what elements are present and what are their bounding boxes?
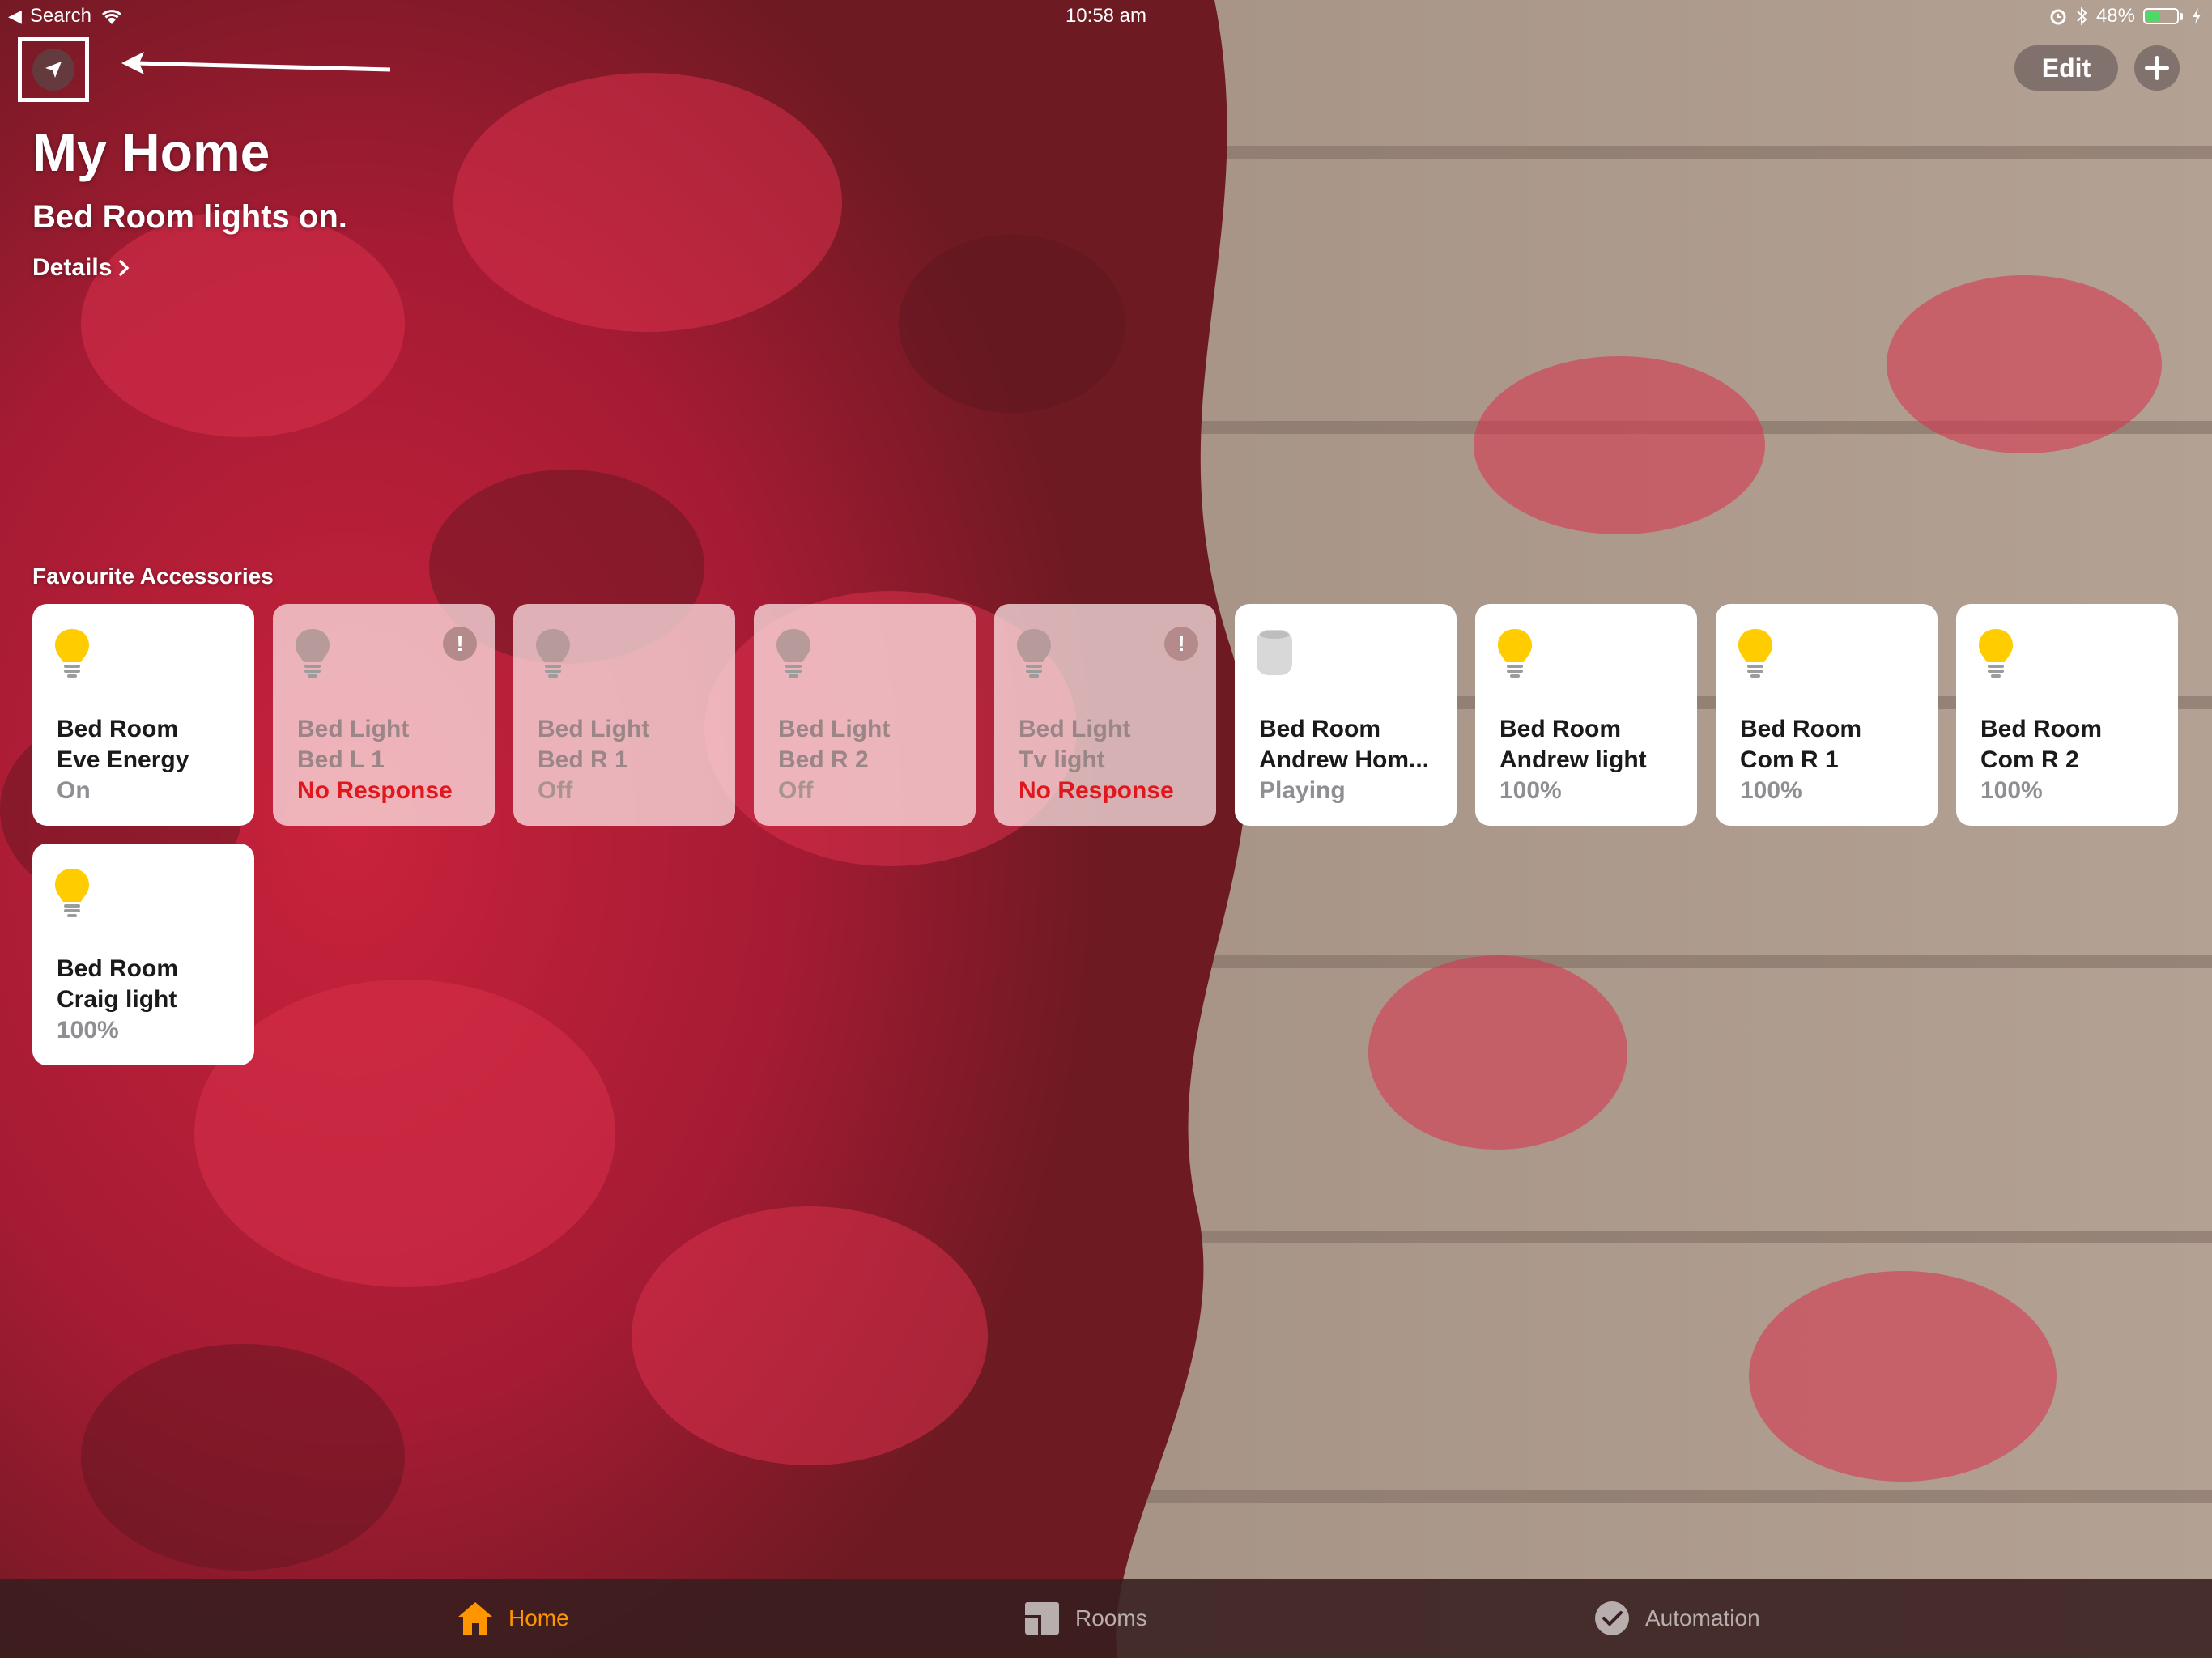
battery-icon xyxy=(2143,8,2179,24)
battery-percent: 48% xyxy=(2095,5,2135,27)
annotation-arrow xyxy=(121,52,391,74)
plus-icon xyxy=(2145,56,2169,80)
accessory-name: Bed Light Bed R 1 xyxy=(538,716,650,773)
lightbulb-icon xyxy=(533,627,573,678)
accessory-tile[interactable]: Bed Room Com R 2 100% xyxy=(1956,604,2178,826)
accessory-tile[interactable]: Bed Light Bed R 1 Off xyxy=(513,604,735,826)
accessory-name: Bed Room Andrew light xyxy=(1499,716,1647,773)
battery-level xyxy=(2146,11,2161,21)
charging-bolt-icon xyxy=(2193,8,2201,24)
lightbulb-icon xyxy=(1495,627,1535,678)
accessory-state: 100% xyxy=(1740,777,1802,804)
tab-automation-label: Automation xyxy=(1645,1605,1760,1630)
alert-icon: ! xyxy=(1164,627,1198,661)
rooms-icon xyxy=(1025,1602,1059,1635)
accessory-name: Bed Light Bed R 2 xyxy=(778,716,891,773)
details-link[interactable]: Details xyxy=(32,254,130,282)
accessory-state: 100% xyxy=(57,1017,119,1044)
lightbulb-icon xyxy=(52,627,92,678)
lightbulb-icon xyxy=(292,627,333,678)
details-label: Details xyxy=(32,254,113,281)
chevron-right-icon xyxy=(119,260,130,276)
homepod-icon xyxy=(1254,627,1295,678)
home-title: My Home xyxy=(32,122,270,182)
location-arrow-icon xyxy=(45,62,62,78)
accessory-state: No Response xyxy=(1019,777,1174,804)
accessory-name: Bed Room Eve Energy xyxy=(57,716,189,773)
favourite-accessories-heading: Favourite Accessories xyxy=(32,563,274,589)
alarm-icon xyxy=(2050,9,2066,25)
tab-bar: Home Rooms Automation xyxy=(0,1579,2212,1658)
tab-rooms[interactable]: Rooms xyxy=(1022,1598,1147,1639)
house-icon xyxy=(458,1602,492,1635)
alert-icon: ! xyxy=(443,627,477,661)
lightbulb-icon xyxy=(52,866,92,918)
bluetooth-icon xyxy=(2077,6,2087,26)
battery-nub xyxy=(2180,12,2183,20)
accessory-name: Bed Room Com R 2 xyxy=(1980,716,2102,773)
lightbulb-icon xyxy=(1735,627,1776,678)
accessory-name: Bed Light Tv light xyxy=(1019,716,1131,773)
status-right: 48% xyxy=(2049,5,2202,28)
accessory-tile[interactable]: Bed Room Craig light 100% xyxy=(32,844,254,1065)
accessory-state: Playing xyxy=(1259,777,1346,804)
lightbulb-icon xyxy=(1976,627,2016,678)
add-button[interactable] xyxy=(2134,45,2180,91)
accessory-tile[interactable]: Bed Light Bed R 2 Off xyxy=(754,604,976,826)
accessory-state: No Response xyxy=(297,777,453,804)
accessory-tile[interactable]: Bed Room Andrew Hom... Playing xyxy=(1235,604,1457,826)
location-button[interactable] xyxy=(32,49,74,91)
accessory-tile[interactable]: Bed Room Eve Energy On xyxy=(32,604,254,826)
edit-button[interactable]: Edit xyxy=(2014,45,2118,91)
accessory-state: Off xyxy=(778,777,814,804)
accessory-name: Bed Room Craig light xyxy=(57,955,178,1013)
automation-icon xyxy=(1595,1601,1629,1635)
status-time: 10:58 am xyxy=(1065,5,1147,27)
accessory-state: On xyxy=(57,777,91,804)
accessory-state: 100% xyxy=(1499,777,1562,804)
accessory-name: Bed Light Bed L 1 xyxy=(297,716,410,773)
accessory-name: Bed Room Com R 1 xyxy=(1740,716,1861,773)
accessory-tile[interactable]: ! Bed Light Bed L 1 No Response xyxy=(273,604,495,826)
tab-rooms-label: Rooms xyxy=(1075,1605,1147,1630)
status-bar: ◀ Search 10:58 am 48% xyxy=(0,0,2212,32)
tab-home[interactable]: Home xyxy=(455,1598,569,1639)
accessory-name: Bed Room Andrew Hom... xyxy=(1259,716,1430,773)
tab-automation[interactable]: Automation xyxy=(1592,1598,1760,1639)
home-status-summary: Bed Room lights on. xyxy=(32,199,347,235)
wallpaper-background xyxy=(0,0,2212,1658)
accessory-tile[interactable]: Bed Room Com R 1 100% xyxy=(1716,604,1938,826)
lightbulb-icon xyxy=(773,627,814,678)
tab-home-label: Home xyxy=(508,1605,569,1630)
accessory-tile[interactable]: ! Bed Light Tv light No Response xyxy=(994,604,1216,826)
accessory-state: Off xyxy=(538,777,573,804)
accessory-state: 100% xyxy=(1980,777,2043,804)
lightbulb-icon xyxy=(1014,627,1054,678)
accessory-tile[interactable]: Bed Room Andrew light 100% xyxy=(1475,604,1697,826)
